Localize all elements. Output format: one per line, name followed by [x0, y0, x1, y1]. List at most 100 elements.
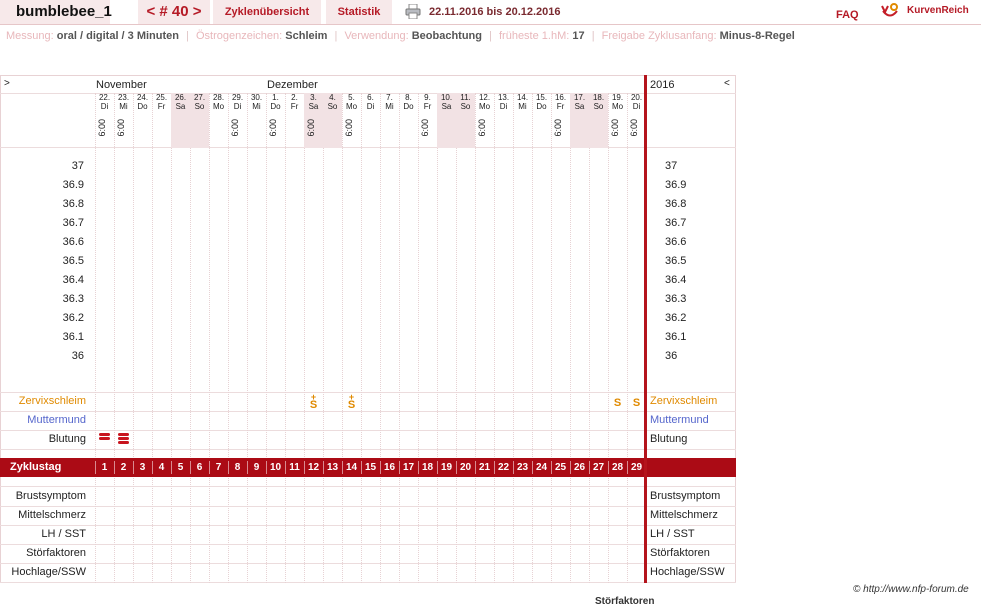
measure-time: 6:00 — [230, 119, 240, 137]
grid-column-line — [475, 93, 476, 583]
day-header-8[interactable]: 29. Di 6:00 — [228, 93, 247, 148]
month-dezember: Dezember — [267, 79, 318, 91]
cycle-day-number: 4 — [158, 462, 165, 473]
copyright[interactable]: © http://www.nfp-forum.de — [853, 584, 969, 595]
temp-label-right: 36.1 — [665, 331, 687, 343]
day-weekday: Di — [100, 102, 109, 111]
bleeding-icon[interactable] — [98, 433, 112, 445]
mucus-mark-day-12[interactable]: + S — [304, 393, 323, 411]
temp-label-right: 36.2 — [665, 312, 687, 324]
cycle-day-separator — [361, 461, 362, 474]
day-header-10[interactable]: 1. Do 6:00 — [266, 93, 285, 148]
day-header-2[interactable]: 23. Mi 6:00 — [114, 93, 133, 148]
temp-label: 36.6 — [62, 236, 84, 248]
day-weekday: Mi — [252, 102, 261, 111]
cycle-day-number: 11 — [289, 462, 300, 473]
cycle-day-number: 16 — [383, 462, 396, 473]
day-weekday: Do — [403, 102, 414, 111]
year-label: 2016 — [650, 79, 675, 91]
cycle-day-number: 6 — [196, 462, 203, 473]
day-header-13[interactable]: 4. So — [323, 93, 342, 148]
day-header-7[interactable]: 28. Mo — [209, 93, 228, 148]
day-header-18[interactable]: 9. Fr 6:00 — [418, 93, 437, 148]
day-header-25[interactable]: 16. Fr 6:00 — [551, 93, 570, 148]
day-header-23[interactable]: 14. Mi — [513, 93, 532, 148]
day-header-22[interactable]: 13. Di — [494, 93, 513, 148]
day-header-17[interactable]: 8. Do — [399, 93, 418, 148]
row-label: Hochlage/SSW — [11, 566, 86, 578]
tab-zyklenuebersicht[interactable]: Zyklenübersicht — [213, 0, 321, 24]
grid-column-line — [247, 93, 248, 583]
temp-label: 36.4 — [62, 274, 84, 286]
day-header-11[interactable]: 2. Fr — [285, 93, 304, 148]
day-date: 1. — [272, 93, 279, 102]
day-header-4[interactable]: 25. Fr — [152, 93, 171, 148]
day-header-15[interactable]: 6. Di — [361, 93, 380, 148]
cycle-day-separator — [494, 461, 495, 474]
day-date: 10. — [440, 93, 453, 102]
row-label-right: Mittelschmerz — [650, 509, 718, 521]
cycle-day-separator — [285, 461, 286, 474]
cycle-day-separator — [513, 461, 514, 474]
mucus-mark-day-28[interactable]: S — [608, 397, 627, 409]
day-header-19[interactable]: 10. Sa — [437, 93, 456, 148]
day-weekday: So — [460, 102, 471, 111]
grid-column-line — [532, 93, 533, 583]
top-bar: bumblebee_1 < # 40 > Zyklenübersicht Sta… — [0, 0, 981, 24]
measure-time: 6:00 — [97, 119, 107, 137]
cycle-day-separator — [437, 461, 438, 474]
zyklustag-row: Zyklustag 1 2 3 4 5 6 7 8 9 10 11 12 13 14 15 16 17 18 19 2… — [0, 458, 736, 477]
grid-column-line — [551, 93, 552, 583]
day-date: 28. — [212, 93, 225, 102]
day-header-12[interactable]: 3. Sa 6:00 — [304, 93, 323, 148]
day-header-6[interactable]: 27. So — [190, 93, 209, 148]
scroll-left-button[interactable]: > — [4, 78, 10, 89]
bleeding-icon[interactable] — [117, 433, 131, 445]
day-header-20[interactable]: 11. So — [456, 93, 475, 148]
day-date: 9. — [424, 93, 431, 102]
separator: | — [591, 30, 595, 42]
cycle-day-number: 19 — [440, 462, 453, 473]
prev-cycle-button[interactable]: < — [146, 3, 155, 20]
day-weekday: Mi — [385, 102, 394, 111]
day-date: 17. — [573, 93, 586, 102]
tab-statistik[interactable]: Statistik — [326, 0, 392, 24]
kurvenreich-logo-icon[interactable] — [880, 2, 900, 20]
day-weekday: Mo — [478, 102, 491, 111]
day-header-14[interactable]: 5. Mo 6:00 — [342, 93, 361, 148]
scroll-right-button[interactable]: < — [724, 78, 730, 89]
release-label: Freigabe Zyklusanfang: — [601, 30, 717, 42]
next-cycle-button[interactable]: > — [193, 3, 202, 20]
printer-icon[interactable] — [405, 4, 421, 19]
day-header-27[interactable]: 18. So — [589, 93, 608, 148]
day-header-16[interactable]: 7. Mi — [380, 93, 399, 148]
cycle-navigator: < # 40 > — [138, 0, 210, 24]
day-header-21[interactable]: 12. Mo 6:00 — [475, 93, 494, 148]
cycle-info-line: Messung: oral / digital / 3 Minuten | Ös… — [6, 28, 795, 44]
temp-label: 36.3 — [62, 293, 84, 305]
brand-name[interactable]: KurvenReich — [907, 0, 969, 22]
row-label-zervixschleim-right: Zervixschleim — [650, 395, 718, 407]
day-header-3[interactable]: 24. Do — [133, 93, 152, 148]
day-header-24[interactable]: 15. Do — [532, 93, 551, 148]
day-header-5[interactable]: 26. Sa — [171, 93, 190, 148]
grid-column-line — [570, 93, 571, 583]
cycle-day-number: 5 — [177, 462, 184, 473]
grid-line — [0, 525, 736, 526]
grid-column-line — [513, 93, 514, 583]
day-weekday: Fr — [290, 102, 299, 111]
day-header-26[interactable]: 17. Sa — [570, 93, 589, 148]
mucus-mark-day-14[interactable]: + S — [342, 393, 361, 411]
separator: | — [186, 30, 189, 42]
grid-column-line — [171, 93, 172, 583]
cycle-day-number: 24 — [535, 462, 548, 473]
row-label-muttermund-right: Muttermund — [650, 414, 709, 426]
cycle-day-separator — [95, 461, 96, 474]
measure-time: 6:00 — [344, 119, 354, 137]
day-header-28[interactable]: 19. Mo 6:00 — [608, 93, 627, 148]
day-date: 7. — [386, 93, 393, 102]
day-date: 4. — [329, 93, 336, 102]
day-header-9[interactable]: 30. Mi — [247, 93, 266, 148]
day-header-1[interactable]: 22. Di 6:00 — [95, 93, 114, 148]
day-date: 25. — [155, 93, 168, 102]
